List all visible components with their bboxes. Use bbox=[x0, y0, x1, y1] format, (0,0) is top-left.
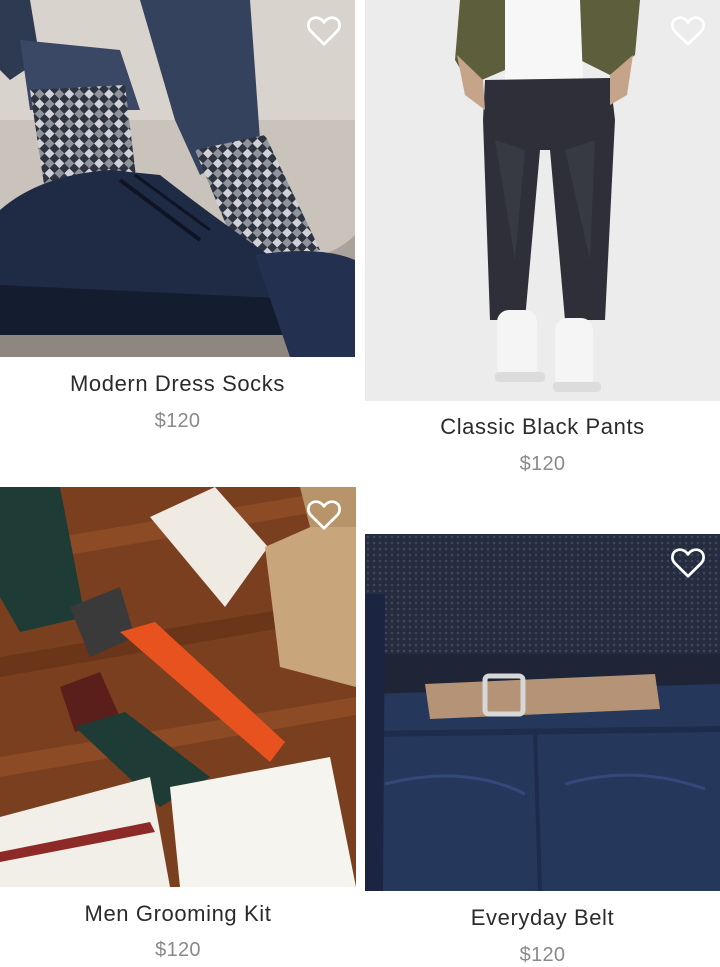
favorite-heart-icon[interactable] bbox=[670, 13, 706, 47]
product-title[interactable]: Men Grooming Kit bbox=[0, 901, 356, 927]
product-card-belt[interactable]: Everyday Belt $120 bbox=[365, 534, 720, 966]
product-title[interactable]: Everyday Belt bbox=[365, 905, 720, 931]
product-title[interactable]: Modern Dress Socks bbox=[0, 371, 355, 397]
product-title[interactable]: Classic Black Pants bbox=[365, 414, 720, 440]
product-card-grooming-kit[interactable]: Men Grooming Kit $120 bbox=[0, 487, 356, 966]
favorite-heart-icon[interactable] bbox=[306, 13, 342, 47]
favorite-heart-icon[interactable] bbox=[306, 497, 342, 531]
product-card-pants[interactable]: Classic Black Pants $120 bbox=[365, 0, 720, 480]
product-price: $120 bbox=[154, 410, 201, 432]
product-image-socks[interactable] bbox=[0, 0, 355, 357]
product-image-pants[interactable] bbox=[365, 0, 720, 401]
product-card-socks[interactable]: Modern Dress Socks $120 bbox=[0, 0, 355, 440]
product-image-grooming-kit[interactable] bbox=[0, 487, 356, 887]
favorite-heart-icon[interactable] bbox=[670, 545, 706, 579]
product-price: $120 bbox=[519, 453, 566, 475]
product-image-belt[interactable] bbox=[365, 534, 720, 891]
product-price: $120 bbox=[519, 944, 566, 966]
product-price: $120 bbox=[155, 939, 201, 961]
